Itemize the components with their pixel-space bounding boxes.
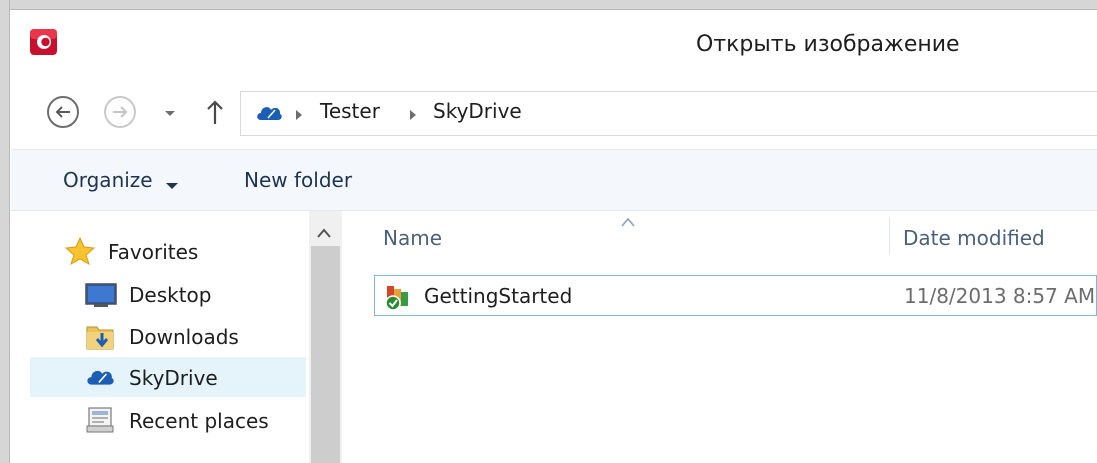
nav-item-recent-places[interactable]: Recent places bbox=[60, 400, 300, 440]
window-top-border bbox=[0, 0, 1097, 10]
nav-pane-scrollbar-thumb[interactable] bbox=[311, 246, 340, 463]
back-arrow-icon bbox=[55, 106, 70, 118]
breadcrumb-separator-icon[interactable] bbox=[408, 106, 418, 120]
column-header-name[interactable]: Name bbox=[383, 226, 442, 250]
breadcrumb-tester[interactable]: Tester bbox=[320, 99, 380, 123]
forward-arrow-icon bbox=[113, 106, 128, 118]
new-folder-button[interactable]: New folder bbox=[244, 168, 352, 192]
window-left-border bbox=[0, 0, 10, 463]
app-logo-icon bbox=[30, 28, 58, 56]
nav-item-skydrive[interactable]: SkyDrive bbox=[30, 357, 306, 397]
recent-places-icon bbox=[85, 406, 115, 434]
skydrive-cloud-icon bbox=[85, 366, 115, 394]
desktop-icon bbox=[85, 282, 117, 310]
column-divider[interactable] bbox=[889, 218, 890, 254]
chevron-up-icon[interactable] bbox=[316, 224, 332, 238]
chevron-down-icon bbox=[165, 111, 175, 116]
recent-locations-dropdown[interactable] bbox=[163, 105, 177, 119]
nav-item-label: Desktop bbox=[129, 283, 212, 307]
downloads-folder-icon bbox=[85, 321, 115, 350]
star-icon bbox=[64, 236, 96, 266]
file-name[interactable]: GettingStarted bbox=[424, 284, 572, 308]
office-document-sync-icon bbox=[384, 283, 412, 311]
nav-item-favorites[interactable]: Favorites bbox=[60, 231, 300, 271]
nav-item-label: SkyDrive bbox=[129, 366, 218, 390]
back-button[interactable] bbox=[47, 96, 79, 128]
window-title: Открыть изображение bbox=[696, 32, 960, 57]
breadcrumb-separator-icon[interactable] bbox=[294, 106, 304, 120]
forward-button[interactable] bbox=[104, 96, 136, 128]
up-arrow-icon bbox=[207, 100, 223, 124]
open-image-dialog: Открыть изображение Tester SkyDrive Orga… bbox=[0, 0, 1097, 463]
nav-item-label: Favorites bbox=[108, 240, 199, 264]
chevron-down-icon[interactable] bbox=[165, 176, 179, 189]
breadcrumb-skydrive[interactable]: SkyDrive bbox=[433, 99, 522, 123]
file-date-modified: 11/8/2013 8:57 AM bbox=[904, 284, 1096, 308]
nav-item-downloads[interactable]: Downloads bbox=[60, 316, 300, 356]
nav-item-label: Recent places bbox=[129, 409, 269, 433]
nav-item-desktop[interactable]: Desktop bbox=[60, 275, 300, 315]
organize-button[interactable]: Organize bbox=[63, 168, 153, 192]
column-header-date-modified[interactable]: Date modified bbox=[903, 226, 1045, 250]
sort-ascending-icon bbox=[620, 212, 636, 227]
skydrive-cloud-icon[interactable] bbox=[255, 103, 283, 121]
up-button[interactable] bbox=[205, 98, 225, 126]
nav-item-label: Downloads bbox=[129, 325, 239, 349]
